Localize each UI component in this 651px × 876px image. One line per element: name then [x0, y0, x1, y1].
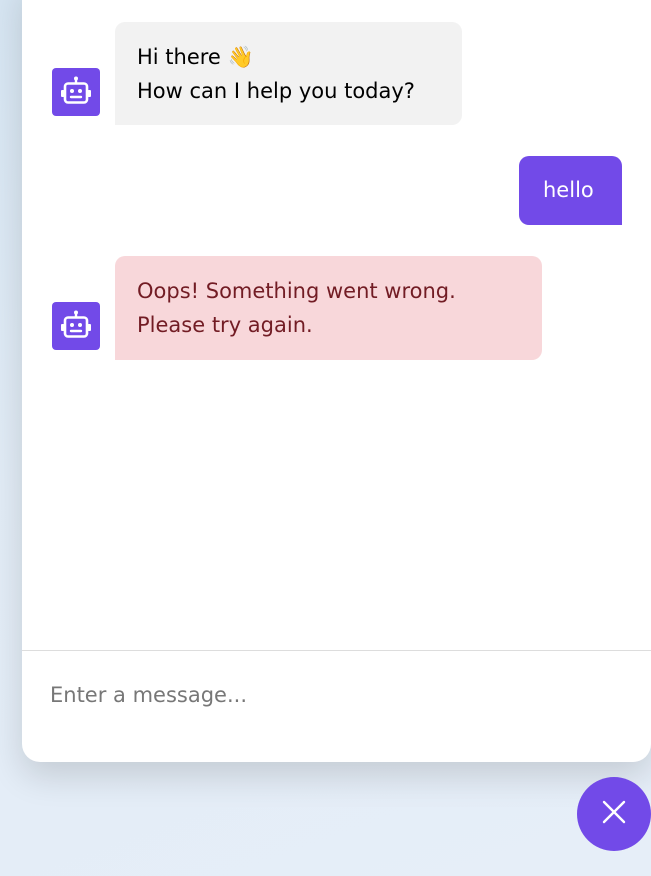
chat-input-area: [22, 650, 651, 742]
message-input[interactable]: [50, 675, 610, 715]
chatbot-toggler-button[interactable]: [577, 777, 651, 851]
chatbot-window: Hi there 👋 How can I help you today? hel…: [22, 0, 651, 762]
bot-message-text: Hi there 👋 How can I help you today?: [115, 22, 462, 125]
robot-icon: [52, 302, 100, 350]
robot-icon: [52, 68, 100, 116]
chat-messages: Hi there 👋 How can I help you today? hel…: [22, 0, 651, 650]
error-message-text: Oops! Something went wrong. Please try a…: [115, 256, 542, 360]
close-icon: [600, 798, 628, 830]
user-message-text: hello: [519, 156, 622, 225]
